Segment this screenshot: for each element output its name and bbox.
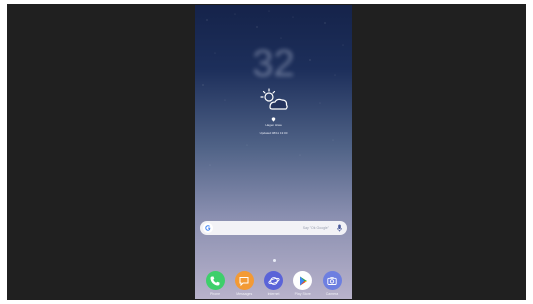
app-messages[interactable]: Messages bbox=[231, 271, 257, 299]
camera-icon bbox=[322, 271, 342, 290]
app-label: Play Store bbox=[294, 292, 311, 296]
play-store-icon bbox=[293, 271, 313, 290]
updated-time: Updated 08/11 13:00 bbox=[259, 131, 288, 135]
app-camera[interactable]: Camera bbox=[319, 271, 345, 299]
city-name: Hagen Hiwa bbox=[265, 123, 282, 127]
partly-cloudy-icon bbox=[260, 88, 288, 110]
app-label: Camera bbox=[325, 292, 339, 296]
app-dock: Phone Messages Internet Play Store Camer… bbox=[200, 271, 347, 299]
app-internet[interactable]: Internet bbox=[261, 271, 287, 299]
page-indicator bbox=[273, 259, 276, 262]
phone-home-screen: 32 Hagen Hiwa Updated 08/11 13:00 Say "O… bbox=[195, 5, 352, 299]
app-label: Internet bbox=[267, 292, 280, 296]
messages-icon bbox=[234, 271, 254, 290]
internet-icon bbox=[264, 271, 283, 290]
mic-icon[interactable] bbox=[337, 224, 342, 232]
phone-icon bbox=[205, 271, 225, 290]
google-search-bar[interactable]: Say "Ok Google" bbox=[200, 221, 347, 235]
google-g-icon bbox=[203, 223, 213, 233]
location-pin-icon bbox=[271, 117, 276, 122]
app-play-store[interactable]: Play Store bbox=[290, 271, 316, 299]
app-label: Messages bbox=[236, 292, 253, 296]
app-phone[interactable]: Phone bbox=[202, 271, 228, 299]
app-label: Phone bbox=[209, 292, 221, 296]
temperature-display: 32 bbox=[252, 43, 295, 85]
search-placeholder: Say "Ok Google" bbox=[302, 226, 329, 230]
